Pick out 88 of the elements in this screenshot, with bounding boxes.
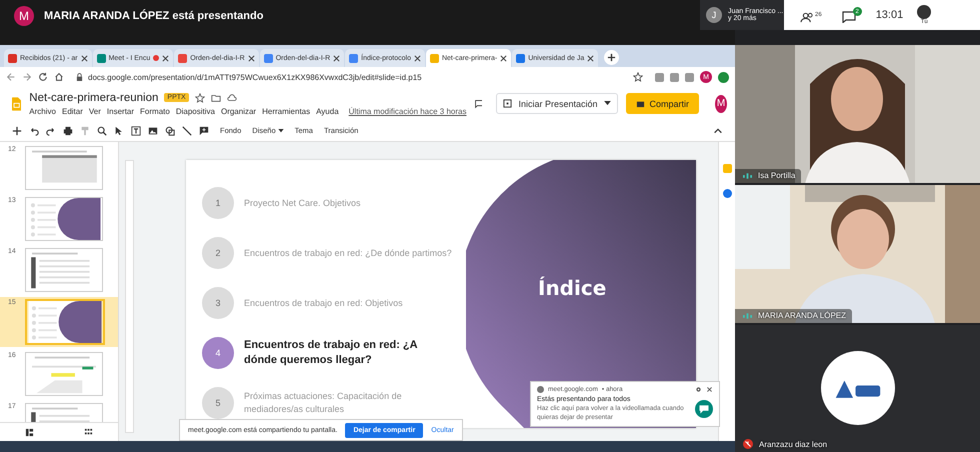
chat-bubble-icon — [695, 400, 713, 418]
item-number: 5 — [202, 387, 234, 419]
print-icon[interactable] — [63, 126, 73, 136]
user-avatar[interactable]: M — [715, 94, 727, 112]
menu-item[interactable]: Organizar — [220, 106, 256, 116]
comment-icon[interactable] — [474, 98, 482, 110]
close-icon[interactable] — [162, 54, 170, 62]
tab-favicon-icon — [430, 54, 439, 62]
folder-icon[interactable] — [210, 92, 221, 102]
close-icon[interactable] — [333, 54, 340, 62]
index-item-text: Proyecto Net Care. Objetivos — [244, 196, 361, 210]
slide-thumbnail[interactable] — [25, 248, 103, 292]
close-icon[interactable] — [587, 54, 594, 62]
tasks-icon[interactable] — [722, 189, 732, 198]
menu-item[interactable]: Ver — [88, 106, 101, 116]
forward-icon[interactable] — [22, 72, 32, 82]
menu-item[interactable]: Insertar — [106, 106, 134, 116]
document-title[interactable]: Net-care-primera-reunion — [29, 92, 158, 104]
image-icon[interactable] — [148, 126, 158, 136]
index-item-text: Encuentros de trabajo en red: Objetivos — [244, 296, 403, 310]
present-button[interactable]: Iniciar Presentación — [496, 93, 618, 114]
new-tab-button[interactable] — [604, 50, 620, 65]
settings-icon[interactable] — [695, 386, 702, 394]
tab-favicon-icon — [349, 54, 358, 62]
plus-icon[interactable] — [12, 126, 22, 136]
tab-favicon-icon — [96, 54, 106, 62]
undo-icon[interactable] — [29, 126, 39, 136]
menu-item[interactable]: Ayuda — [316, 106, 339, 116]
redo-icon[interactable] — [46, 126, 56, 136]
presenter-avatar: M — [14, 6, 34, 26]
item-number: 4 — [202, 337, 234, 369]
shape-icon[interactable] — [165, 126, 175, 136]
star-icon[interactable] — [633, 72, 643, 82]
slide-thumbnail[interactable] — [25, 352, 103, 396]
participant-name: MARIA ARANDA LÓPEZ — [758, 311, 846, 320]
share-button[interactable]: Compartir — [626, 93, 700, 114]
last-edit-link[interactable]: Última modificación hace 3 horas — [348, 106, 466, 116]
participant-name: Isa Portilla — [758, 171, 796, 180]
clock-time: 13:01 — [876, 9, 904, 21]
back-icon[interactable] — [6, 72, 16, 82]
close-icon[interactable] — [706, 386, 713, 394]
slide-title: Índice — [538, 276, 606, 300]
caret-icon[interactable] — [604, 101, 611, 106]
avatar-icon — [820, 351, 894, 425]
cloud-icon[interactable] — [226, 92, 237, 102]
line-icon[interactable] — [182, 126, 192, 136]
list-view-icon[interactable] — [25, 428, 34, 436]
menu-item[interactable]: Herramientas — [262, 106, 310, 116]
participant-name: Aranzazu diaz leon — [759, 440, 828, 448]
collapse-icon[interactable] — [713, 126, 723, 136]
menu-item[interactable]: Diapositiva — [176, 106, 215, 116]
update-icon[interactable] — [718, 72, 729, 82]
slide-thumbnail[interactable] — [25, 197, 103, 241]
index-item-text: Encuentros de trabajo en red: ¿A dónde queremos llegar? — [244, 338, 418, 368]
tab-favicon-icon — [516, 54, 526, 62]
index-item-text: Encuentros de trabajo en red: ¿De dónde partimos? — [244, 246, 452, 260]
menu-item[interactable]: Archivo — [29, 106, 56, 116]
people-icon — [800, 12, 815, 22]
tab-favicon-icon — [178, 54, 188, 62]
grid-view-icon[interactable] — [84, 428, 93, 436]
item-number: 2 — [202, 237, 234, 269]
close-icon[interactable] — [248, 54, 255, 62]
index-item-text: Próximas actuaciones: Capacitación de mediadores/as culturales — [244, 390, 403, 416]
zoom-icon[interactable] — [97, 126, 107, 136]
chat-icon — [842, 11, 856, 23]
comment-icon[interactable] — [199, 126, 209, 136]
close-icon[interactable] — [80, 54, 88, 62]
self-avatar[interactable] — [917, 5, 932, 19]
close-icon[interactable] — [414, 54, 421, 62]
star-icon[interactable] — [194, 92, 205, 102]
people-button[interactable]: 26 — [800, 8, 828, 22]
item-number: 1 — [202, 187, 234, 219]
plus-icon — [607, 53, 616, 62]
menu-item[interactable]: Editar — [62, 106, 83, 116]
close-icon[interactable] — [500, 54, 508, 62]
present-icon — [503, 99, 512, 108]
caret-icon — [278, 128, 284, 132]
presenter-label: MARIA ARANDA LÓPEZ está presentando — [44, 10, 264, 22]
item-number: 3 — [202, 287, 234, 319]
tab-favicon-icon — [8, 54, 17, 62]
slide-thumbnail[interactable] — [25, 146, 103, 190]
tab-favicon-icon — [264, 54, 273, 62]
slide-thumbnail[interactable] — [25, 299, 105, 345]
textbox-icon[interactable] — [131, 126, 141, 136]
cursor-icon[interactable] — [114, 126, 124, 136]
home-icon[interactable] — [54, 72, 64, 82]
menu-item[interactable]: Formato — [140, 106, 170, 116]
reload-icon[interactable] — [38, 72, 48, 82]
